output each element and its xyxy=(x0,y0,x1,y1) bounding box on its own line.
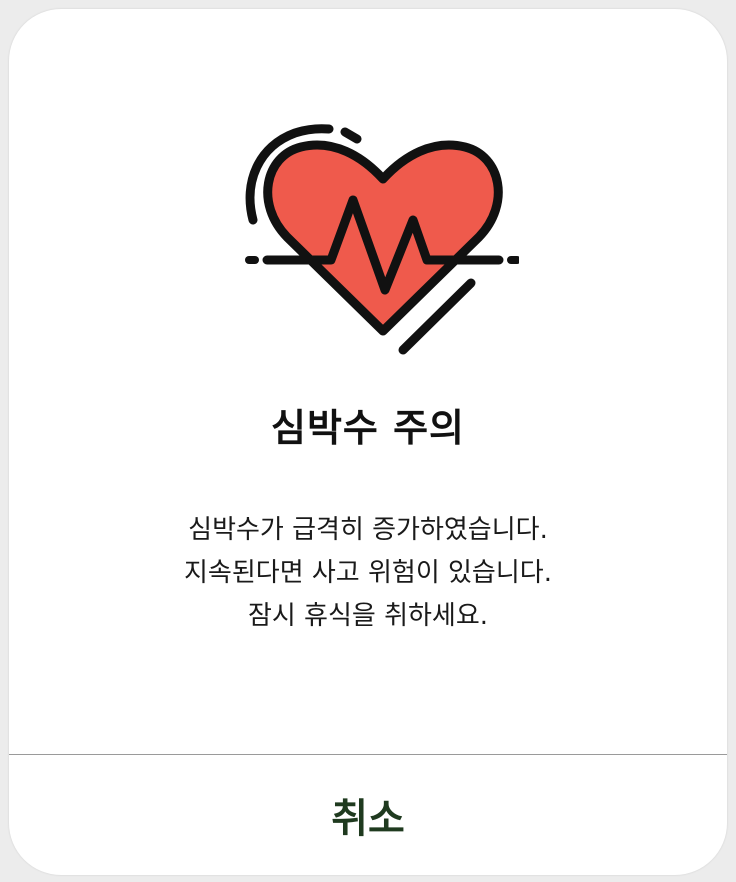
message-line: 심박수가 급격히 증가하였습니다. xyxy=(188,515,548,545)
cancel-button[interactable]: 취소 xyxy=(9,755,727,875)
dialog-title: 심박수 주의 xyxy=(270,406,466,450)
message-line: 지속된다면 사고 위험이 있습니다. xyxy=(184,558,552,588)
message-line: 잠시 휴식을 취하세요. xyxy=(247,601,489,631)
cancel-button-label: 취소 xyxy=(331,796,405,842)
heart-rate-alert-dialog: 심박수 주의 심박수가 급격히 증가하였습니다. 지속된다면 사고 위험이 있습… xyxy=(9,9,727,875)
dialog-message: 심박수가 급격히 증가하였습니다. 지속된다면 사고 위험이 있습니다. 잠시 … xyxy=(9,509,727,638)
heart-rate-icon xyxy=(245,124,519,355)
